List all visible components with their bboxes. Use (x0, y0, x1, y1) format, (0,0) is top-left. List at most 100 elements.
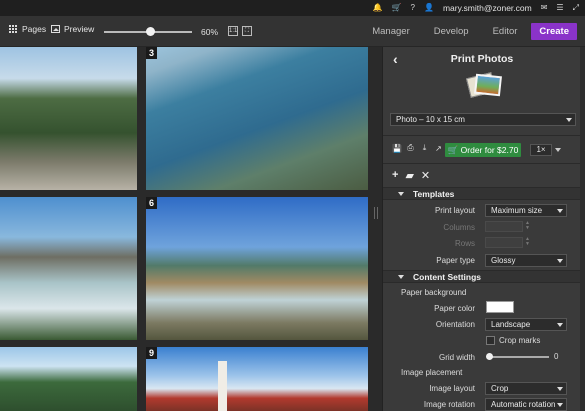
divider (383, 135, 581, 136)
quantity-field[interactable]: 1× (530, 144, 552, 156)
preview-label: Preview (64, 24, 95, 34)
tab-editor[interactable]: Editor (481, 26, 530, 37)
page-actions: + ▰ ✕ (392, 169, 430, 182)
user-icon[interactable]: 👤 (424, 4, 434, 12)
page-thumbnail[interactable]: 6 (146, 197, 368, 340)
page-thumbnail[interactable] (0, 47, 137, 190)
image-rotation-select[interactable]: Automatic rotation (485, 398, 567, 411)
grid-width-slider[interactable] (486, 353, 549, 360)
chevron-down-icon (566, 118, 572, 122)
section-title: Templates (413, 189, 455, 199)
account-email[interactable]: mary.smith@zoner.com (443, 3, 532, 13)
page-number: 3 (146, 47, 158, 59)
paper-color-label: Paper color (434, 304, 475, 313)
templates-section-header[interactable]: Templates (383, 187, 581, 200)
tab-develop[interactable]: Develop (422, 26, 481, 37)
tab-manager[interactable]: Manager (360, 26, 422, 37)
pdf-icon[interactable]: ⤓ (420, 143, 429, 153)
help-icon[interactable]: ? (411, 4, 415, 12)
image-layout-value: Crop (491, 384, 509, 393)
zoom-slider-knob[interactable] (146, 27, 155, 36)
cart-icon[interactable]: 🛒 (392, 4, 402, 12)
orientation-select[interactable]: Landscape (485, 318, 567, 331)
page-thumbnail[interactable]: 9 (146, 347, 368, 411)
paper-color-swatch[interactable] (486, 301, 514, 313)
pages-label: Pages (22, 24, 47, 34)
columns-field (485, 221, 523, 232)
chevron-down-icon (557, 387, 563, 391)
grid-width-value: 0 (554, 352, 559, 361)
chevron-down-icon (557, 209, 563, 213)
scrollbar-grip[interactable] (374, 207, 378, 219)
grid-icon (9, 24, 18, 34)
print-photos-icon (465, 69, 502, 101)
grid-scrollbar[interactable] (371, 47, 380, 411)
grid-width-label: Grid width (438, 353, 475, 362)
content-settings-section-header[interactable]: Content Settings (383, 270, 581, 283)
view-toolbar: Pages Preview 60% 1:1 ⛶ Manager Develop … (0, 16, 585, 47)
orientation-value: Landscape (491, 320, 531, 329)
top-bar: 🔔 🛒 ? 👤 mary.smith@zoner.com ✉ ☰ ⤢ (0, 0, 585, 16)
fit-to-screen-icon[interactable]: ⛶ (242, 26, 252, 36)
page-grid: 3 6 9 (0, 47, 382, 411)
page-thumbnail[interactable]: 3 (146, 47, 368, 190)
paper-type-value: Glossy (491, 256, 516, 265)
paper-size-value: Photo – 10 x 15 cm (396, 115, 465, 124)
page-number: 9 (146, 347, 158, 359)
paper-type-select[interactable]: Glossy (485, 254, 567, 267)
section-title: Content Settings (413, 272, 481, 282)
paper-type-label: Paper type (436, 256, 475, 265)
add-icon[interactable]: + (392, 169, 398, 182)
actual-size-icon[interactable]: 1:1 (228, 26, 238, 36)
rows-stepper: ▲ ▼ (525, 236, 530, 247)
pages-view-button[interactable]: Pages (9, 24, 46, 34)
image-rotation-value: Automatic rotation (491, 400, 556, 409)
grid-width-knob[interactable] (486, 353, 493, 360)
divider (383, 163, 581, 164)
folder-icon[interactable]: ▰ (405, 169, 413, 182)
image-layout-select[interactable]: Crop (485, 382, 567, 395)
share-icon[interactable]: ↗ (434, 144, 443, 153)
paper-background-heading: Paper background (401, 288, 467, 297)
zoom-level: 60% (201, 27, 219, 37)
save-icon[interactable]: 💾 (392, 144, 402, 153)
order-button[interactable]: 🛒 Order for $2.70 (445, 143, 521, 157)
page-thumbnail[interactable] (0, 347, 137, 411)
print-layout-select[interactable]: Maximum size (485, 204, 567, 217)
crop-marks-checkbox[interactable] (486, 336, 495, 345)
image-rotation-label: Image rotation (423, 400, 475, 409)
mail-icon[interactable]: ✉ (541, 4, 548, 12)
image-icon (51, 25, 60, 33)
print-layout-value: Maximum size (491, 206, 543, 215)
orientation-label: Orientation (435, 320, 475, 329)
chevron-down-icon (557, 323, 563, 327)
print-icon[interactable]: ⎙ (406, 143, 415, 153)
collapse-icon (398, 192, 404, 196)
menu-icon[interactable]: ☰ (556, 4, 563, 12)
page-number: 6 (146, 197, 158, 209)
rows-label: Rows (454, 239, 475, 248)
zoom-slider[interactable] (104, 27, 192, 36)
chevron-down-icon (557, 403, 563, 407)
chevron-down-icon[interactable] (555, 148, 561, 152)
print-panel: ‹ Print Photos Photo – 10 x 15 cm 💾 ⎙ ⤓ … (382, 47, 581, 411)
image-layout-label: Image layout (429, 384, 475, 393)
cart-icon: 🛒 (447, 145, 461, 155)
image-placement-heading: Image placement (401, 368, 463, 377)
tab-create[interactable]: Create (531, 23, 577, 40)
mode-tabs: Manager Develop Editor Create (360, 16, 585, 47)
crop-marks-label: Crop marks (499, 336, 541, 345)
preview-view-button[interactable]: Preview (51, 24, 94, 34)
bell-icon[interactable]: 🔔 (373, 4, 383, 12)
print-layout-label: Print layout (434, 206, 475, 215)
panel-title: Print Photos (450, 53, 514, 65)
panel-collapse-handle[interactable] (580, 47, 585, 411)
columns-stepper: ▲ ▼ (525, 220, 530, 231)
close-icon[interactable]: ✕ (421, 169, 430, 182)
paper-size-select[interactable]: Photo – 10 x 15 cm (390, 113, 576, 126)
page-thumbnail[interactable] (0, 197, 137, 340)
columns-label: Columns (443, 223, 475, 232)
expand-icon[interactable]: ⤢ (573, 4, 579, 12)
chevron-down-icon (557, 259, 563, 263)
order-label: Order for $2.70 (460, 145, 519, 155)
